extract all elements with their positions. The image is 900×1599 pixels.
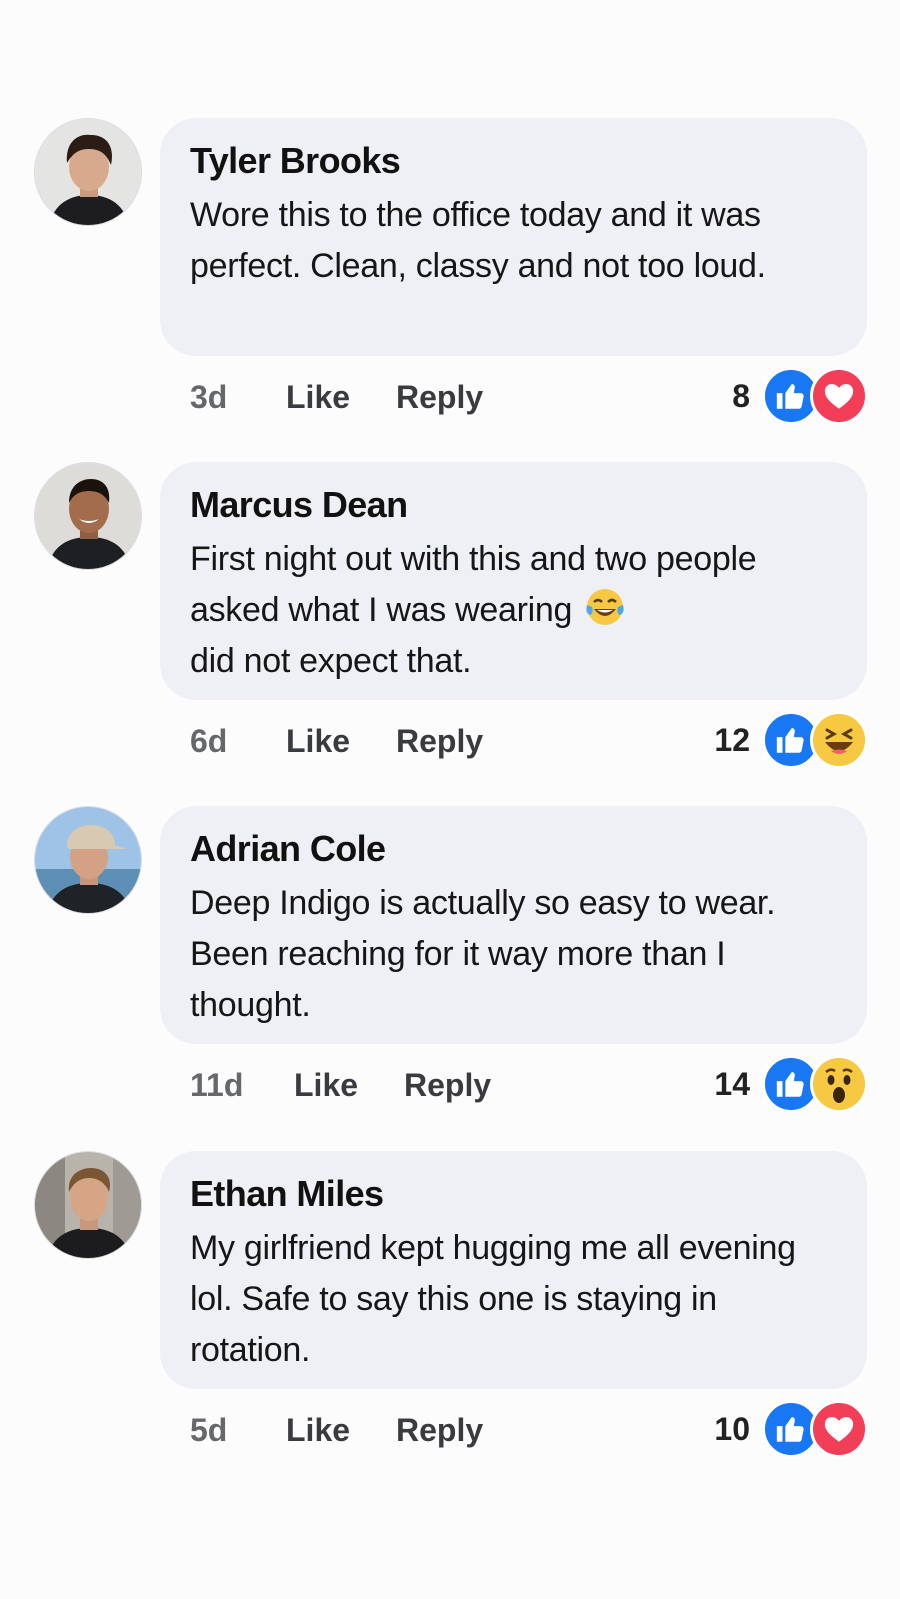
wow-icon xyxy=(810,1055,868,1113)
comment-text-part: did not expect that. xyxy=(190,642,472,680)
reply-button[interactable]: Reply xyxy=(396,1412,483,1449)
reaction-count: 10 xyxy=(714,1410,750,1447)
comment-author[interactable]: Marcus Dean xyxy=(190,484,839,526)
reaction-summary[interactable]: 14 xyxy=(714,1054,868,1114)
like-button[interactable]: Like xyxy=(286,1412,396,1449)
avatar[interactable] xyxy=(34,1151,142,1259)
comment-bubble: Ethan Miles My girlfriend kept hugging m… xyxy=(160,1151,867,1389)
comment-bubble: Marcus Dean First night out with this an… xyxy=(160,462,867,700)
avatar-photo-icon xyxy=(35,463,141,569)
comment-text: Deep Indigo is actually so easy to wear.… xyxy=(190,884,776,1024)
like-button[interactable]: Like xyxy=(286,379,396,416)
tears-of-joy-emoji-icon xyxy=(586,589,624,625)
avatar-photo-icon xyxy=(35,807,141,913)
comment-timestamp[interactable]: 11d xyxy=(190,1067,294,1104)
reaction-summary[interactable]: 12 xyxy=(714,710,868,770)
comment-text-part: First night out with this and two people… xyxy=(190,540,757,629)
comment-author[interactable]: Tyler Brooks xyxy=(190,140,839,182)
comment-text: My girlfriend kept hugging me all evenin… xyxy=(190,1229,796,1369)
comment-timestamp[interactable]: 5d xyxy=(190,1412,286,1449)
comments-feed: Tyler Brooks Wore this to the office tod… xyxy=(0,0,900,1599)
comment-bubble: Adrian Cole Deep Indigo is actually so e… xyxy=(160,806,867,1044)
comment-actions: 5d Like Reply xyxy=(190,1403,483,1457)
reply-button[interactable]: Reply xyxy=(404,1067,491,1104)
like-button[interactable]: Like xyxy=(294,1067,404,1104)
comment-timestamp[interactable]: 6d xyxy=(190,723,286,760)
comment-author[interactable]: Adrian Cole xyxy=(190,828,839,870)
avatar-photo-icon xyxy=(35,1152,141,1258)
reaction-count: 8 xyxy=(732,377,750,414)
reaction-count: 14 xyxy=(714,1065,750,1102)
comment-item: Tyler Brooks Wore this to the office tod… xyxy=(0,118,900,448)
comment-item: Adrian Cole Deep Indigo is actually so e… xyxy=(0,806,900,1136)
comment-bubble: Tyler Brooks Wore this to the office tod… xyxy=(160,118,867,356)
comment-actions: 3d Like Reply xyxy=(190,370,483,424)
reaction-summary[interactable]: 8 xyxy=(732,366,868,426)
comment-timestamp[interactable]: 3d xyxy=(190,379,286,416)
comment-text: First night out with this and two people… xyxy=(190,534,830,687)
like-button[interactable]: Like xyxy=(286,723,396,760)
reaction-count: 12 xyxy=(714,721,750,758)
reply-button[interactable]: Reply xyxy=(396,379,483,416)
comment-actions: 11d Like Reply xyxy=(190,1058,491,1112)
comment-author[interactable]: Ethan Miles xyxy=(190,1173,839,1215)
avatar[interactable] xyxy=(34,806,142,914)
haha-icon xyxy=(810,711,868,769)
avatar[interactable] xyxy=(34,462,142,570)
comment-text: Wore this to the office today and it was… xyxy=(190,196,766,285)
comment-actions: 6d Like Reply xyxy=(190,714,483,768)
reply-button[interactable]: Reply xyxy=(396,723,483,760)
comment-item: Ethan Miles My girlfriend kept hugging m… xyxy=(0,1151,900,1481)
love-icon xyxy=(810,1400,868,1458)
love-icon xyxy=(810,367,868,425)
avatar[interactable] xyxy=(34,118,142,226)
reaction-summary[interactable]: 10 xyxy=(714,1399,868,1459)
comment-item: Marcus Dean First night out with this an… xyxy=(0,462,900,792)
avatar-photo-icon xyxy=(35,119,141,225)
